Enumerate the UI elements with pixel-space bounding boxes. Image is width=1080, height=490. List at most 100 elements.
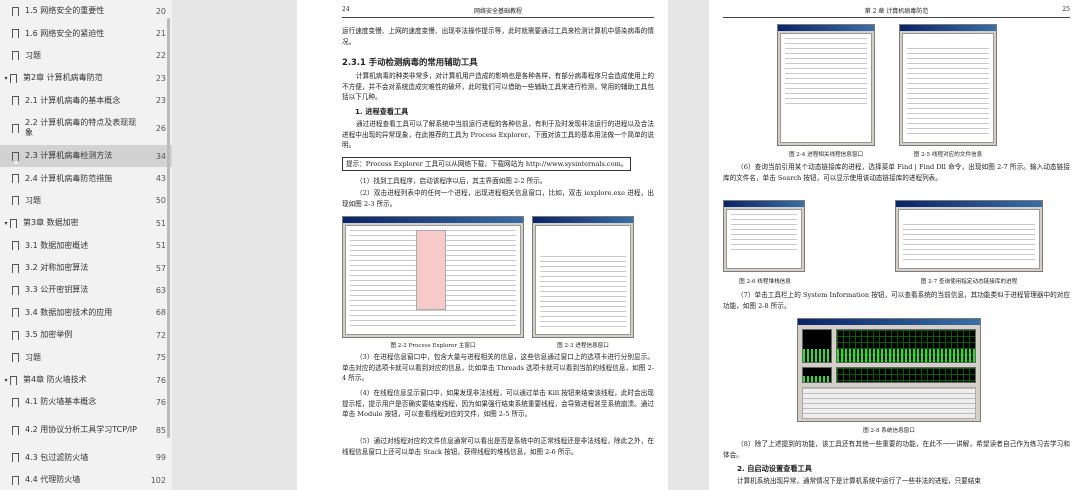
subsection-heading: 1. 进程查看工具 xyxy=(355,107,409,116)
toc-item-page: 76 xyxy=(155,375,166,385)
toc-item[interactable]: 4.4 代理防火墙 102 xyxy=(0,469,172,490)
toc-item[interactable]: 习题 22 xyxy=(0,45,172,67)
figure-caption: 图 2-4 进程相关线程信息窗口 xyxy=(788,152,864,158)
bookmark-icon xyxy=(12,285,19,298)
tip-box: 提示：Process Explorer 工具可以从网络下载，下载网站为 http… xyxy=(342,157,632,171)
toc-item[interactable]: 3.1 数据加密概述 51 xyxy=(0,235,172,257)
toc-item[interactable]: 3.4 数据加密技术的应用 68 xyxy=(0,302,172,324)
paragraph: 运行速度变慢、上网的速度变慢、出现非法操作提示等，此时就需要通过工具来检测计算机… xyxy=(342,27,654,46)
bookmark-icon xyxy=(12,51,19,64)
paragraph: （4）在线程信息显示窗口中，如果发现非法线程，可以通过单击 Kill 按钮来结束… xyxy=(342,389,654,418)
toc-item-page: 20 xyxy=(155,6,166,16)
figure-process-info xyxy=(532,216,634,338)
toc-item[interactable]: 3.5 加密举例 72 xyxy=(0,324,172,346)
paragraph: 计算机病毒的种类非常多，对计算机用户造成的影响也是各种各样，有部分病毒程序只会造… xyxy=(342,72,654,101)
toc-scrollbar[interactable] xyxy=(167,18,170,438)
toc-item-page: 43 xyxy=(155,174,166,184)
toc-item-label: 3.4 数据加密技术的应用 xyxy=(25,307,113,317)
toc-item-label: 2.2 计算机病毒的特点及表现现象 xyxy=(25,118,137,138)
paragraph: （6）查询当前引用某个动态链接库的进程，选择菜单 Find | Find Dll… xyxy=(723,163,1070,182)
expand-caret-icon[interactable]: ▾ xyxy=(2,377,10,384)
toc-item-label: 习题 xyxy=(25,195,41,205)
toc-item-page: 57 xyxy=(155,263,166,273)
running-header: 24 网络安全基础教程 xyxy=(342,6,654,18)
figure-caption: 图 2-7 查询使用指定动态链接库的进程 xyxy=(920,279,1018,285)
toc-item-page: 72 xyxy=(155,330,166,340)
toc-item[interactable]: 1.6 网络安全的紧迫性 21 xyxy=(0,22,172,44)
paragraph: （7）单击工具栏上的 System Information 按钮，可以查看系统的… xyxy=(723,291,1070,310)
figure-process-explorer xyxy=(342,216,524,338)
toc-item-page: 21 xyxy=(155,29,166,39)
bookmark-icon xyxy=(12,475,19,488)
bookmark-icon xyxy=(12,453,19,466)
toc-item-page: 63 xyxy=(155,285,166,295)
bookmark-icon xyxy=(12,174,19,187)
bookmark-icon xyxy=(12,123,19,136)
paragraph: 通过进程查看工具可以了解系统中当前运行进程的各种信息，有利于及时发现非法运行的进… xyxy=(342,120,654,149)
toc-item-label: 1.6 网络安全的紧迫性 xyxy=(25,28,105,38)
paragraph: 计算机系统出现异常，通常情况下是计算机系统中运行了一些非法的进程，只要结束 xyxy=(737,477,981,485)
bookmark-icon xyxy=(12,96,19,109)
subsection-heading: 2. 自启动设置查看工具 xyxy=(737,464,812,473)
toc-item-page: 51 xyxy=(155,241,166,251)
page-gap xyxy=(668,0,709,490)
toc-item-label: 2.1 计算机病毒的基本概念 xyxy=(25,95,121,105)
figure-caption: 图 2-2 Process Explorer 主窗口 xyxy=(390,343,476,349)
toc-item-label: 2.3 计算机病毒检测方法 xyxy=(25,151,113,161)
toc-item-label: 习题 xyxy=(25,352,41,362)
toc-chapter-item[interactable]: ▾ 第2章 计算机病毒防范 23 xyxy=(0,67,172,89)
toc-item[interactable]: 2.1 计算机病毒的基本概念 23 xyxy=(0,90,172,112)
paragraph: （8）除了上述提到的功能，该工具还有其他一些重要的功能，在此不一一讲解，希望读者… xyxy=(723,440,1070,459)
toc-chapter-item[interactable]: ▾ 第3章 数据加密 51 xyxy=(0,212,172,234)
figure-caption: 图 2-5 线程对应的文件信息 xyxy=(913,152,983,158)
toc-item[interactable]: 习题 75 xyxy=(0,346,172,368)
toc-chapter-item[interactable]: ▾ 第4章 防火墙技术 76 xyxy=(0,369,172,391)
toc-item-label: 4.4 代理防火墙 xyxy=(25,475,81,485)
bookmark-icon xyxy=(12,241,19,254)
toc-item-page: 50 xyxy=(155,196,166,206)
toc-item-label: 习题 xyxy=(25,50,41,60)
bookmark-icon xyxy=(12,330,19,343)
toc-item-label: 3.1 数据加密概述 xyxy=(25,240,89,250)
paragraph: （3）在进程信息窗口中，包含大量与进程相关的信息，这些信息通过窗口上的选项卡进行… xyxy=(342,353,654,382)
toc-item[interactable]: 2.4 计算机病毒防范措施 43 xyxy=(0,167,172,189)
toc-item[interactable]: 1.5 网络安全的重要性 20 xyxy=(0,0,172,22)
toc-item-label: 3.3 公开密钥算法 xyxy=(25,285,89,295)
bookmark-icon xyxy=(12,308,19,321)
toc-item[interactable]: 2.3 计算机病毒检测方法 34 xyxy=(0,144,172,168)
toc-item-page: 76 xyxy=(155,397,166,407)
figure-thread-file xyxy=(899,24,997,146)
running-title: 第 2 章 计算机病毒防范 xyxy=(864,8,929,15)
expand-caret-icon[interactable]: ▾ xyxy=(2,75,10,82)
toc-item-label: 第2章 计算机病毒防范 xyxy=(23,73,103,83)
toc-item[interactable]: 4.3 包过滤防火墙 99 xyxy=(0,447,172,469)
figure-caption: 图 2-8 系统信息窗口 xyxy=(863,428,915,434)
toc-item-page: 85 xyxy=(155,425,166,435)
toc-item-page: 26 xyxy=(155,123,166,133)
running-header: 第 2 章 计算机病毒防范 25 xyxy=(723,6,1070,18)
bookmark-icon xyxy=(12,397,19,410)
toc-item[interactable]: 3.3 公开密钥算法 63 xyxy=(0,279,172,301)
toc-item[interactable]: 2.2 计算机病毒的特点及表现现象 26 xyxy=(0,112,172,145)
bookmark-icon xyxy=(12,196,19,209)
running-title: 网络安全基础教程 xyxy=(473,8,522,15)
toc-item-page: 75 xyxy=(155,353,166,363)
toc-item-page: 34 xyxy=(155,151,166,161)
toc-item[interactable]: 习题 50 xyxy=(0,190,172,212)
toc-item[interactable]: 4.1 防火墙基本概念 76 xyxy=(0,391,172,413)
toc-item-label: 第3章 数据加密 xyxy=(23,218,79,228)
paragraph: （5）通过对线程对应的文件信息通常可以看出是否是系统中的正常线程还是非法线程，除… xyxy=(342,437,654,456)
toc-sidebar: 1.5 网络安全的重要性 20 1.6 网络安全的紧迫性 21 习题 22 ▾ 第2章 计算机… xyxy=(0,0,172,490)
figure-caption: 图 2-3 进程信息窗口 xyxy=(557,343,609,349)
toc-item[interactable]: 4.2 用协议分析工具学习TCP/IP 85 xyxy=(0,414,172,447)
section-heading: 2.3.1 手动检测病毒的常用辅助工具 xyxy=(342,57,478,67)
figure-thread-info xyxy=(777,24,875,146)
toc-item[interactable]: 3.2 对称加密算法 57 xyxy=(0,257,172,279)
toc-item-label: 4.3 包过滤防火墙 xyxy=(25,452,89,462)
expand-caret-icon[interactable]: ▾ xyxy=(2,220,10,227)
toc-item-label: 4.1 防火墙基本概念 xyxy=(25,397,97,407)
bookmark-icon xyxy=(12,263,19,276)
figure-find-dll xyxy=(895,200,1043,272)
bookmark-icon xyxy=(12,29,19,42)
bookmark-icon xyxy=(10,73,17,86)
